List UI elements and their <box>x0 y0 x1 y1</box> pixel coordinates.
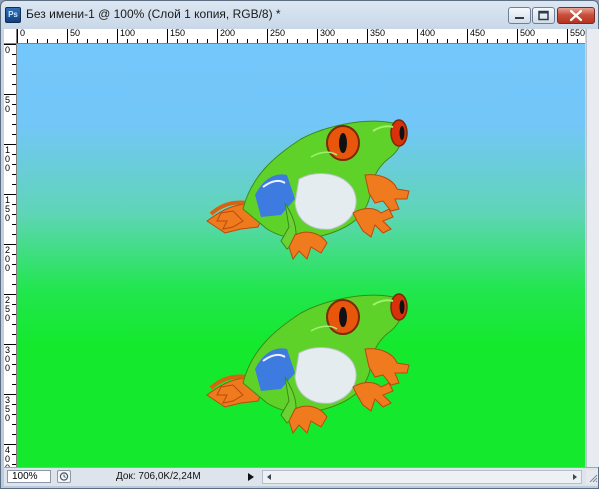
vertical-ruler-label: 1 5 0 <box>5 195 11 223</box>
scroll-left-icon[interactable] <box>262 470 276 484</box>
vertical-scrollbar[interactable] <box>586 29 599 467</box>
document-size-info: Док: 706,0K/2,24M <box>116 471 201 482</box>
status-info-icon <box>59 472 69 481</box>
horizontal-ruler-label: 300 <box>320 29 336 38</box>
frog-image-copy-layer[interactable] <box>203 291 418 437</box>
vertical-ruler-label: 0 <box>5 45 11 55</box>
horizontal-ruler-label: 100 <box>120 29 136 38</box>
scroll-right-icon[interactable] <box>568 470 582 484</box>
horizontal-ruler-label: 500 <box>520 29 536 38</box>
close-button[interactable] <box>557 7 595 24</box>
minimize-icon <box>515 17 524 19</box>
vertical-ruler-label: 4 0 0 <box>5 445 11 468</box>
zoom-level-field[interactable]: 100% <box>7 470 51 483</box>
horizontal-ruler-label: 200 <box>220 29 236 38</box>
close-icon <box>569 9 583 22</box>
vertical-ruler-label: 2 5 0 <box>5 295 11 323</box>
horizontal-scrollbar[interactable] <box>262 470 582 484</box>
ruler-origin[interactable] <box>4 29 17 44</box>
document-window: Ps Без имени-1 @ 100% (Слой 1 копия, RGB… <box>0 0 599 489</box>
document-canvas[interactable] <box>17 44 585 467</box>
title-bar[interactable]: Ps Без имени-1 @ 100% (Слой 1 копия, RGB… <box>1 1 598 29</box>
frog-image-layer[interactable] <box>203 117 418 263</box>
right-arrow-icon[interactable] <box>244 470 258 484</box>
vertical-ruler-label: 5 0 <box>5 95 11 114</box>
vertical-ruler-label: 1 0 0 <box>5 145 11 173</box>
maximize-icon <box>538 10 549 21</box>
horizontal-ruler-label: 550 <box>570 29 585 38</box>
resize-grip-icon[interactable] <box>586 470 598 484</box>
window-title: Без имени-1 @ 100% (Слой 1 копия, RGB/8)… <box>26 7 281 21</box>
status-info-button[interactable] <box>57 470 71 483</box>
minimize-button[interactable] <box>508 7 531 24</box>
horizontal-ruler-label: 0 <box>20 29 26 38</box>
horizontal-ruler-label: 450 <box>470 29 486 38</box>
horizontal-ruler-ticks <box>17 29 578 43</box>
vertical-ruler-label: 3 0 0 <box>5 345 11 373</box>
horizontal-ruler-label: 250 <box>270 29 286 38</box>
status-bar: 100% Док: 706,0K/2,24M <box>4 467 598 486</box>
vertical-ruler-label: 2 0 0 <box>5 245 11 273</box>
maximize-button[interactable] <box>532 7 555 24</box>
vertical-ruler[interactable]: 0 5 0 1 0 0 1 5 0 2 0 0 2 5 0 3 0 0 3 5 0 4 0 0 <box>4 44 17 467</box>
horizontal-ruler-label: 150 <box>170 29 186 38</box>
vertical-ruler-label: 3 5 0 <box>5 395 11 423</box>
horizontal-ruler-label: 400 <box>420 29 436 38</box>
horizontal-ruler[interactable]: 0 50 100 150 200 250 300 350 400 450 500 550 <box>17 29 585 44</box>
horizontal-ruler-label: 50 <box>70 29 81 38</box>
photoshop-app-icon[interactable]: Ps <box>5 7 21 23</box>
horizontal-ruler-label: 350 <box>370 29 386 38</box>
